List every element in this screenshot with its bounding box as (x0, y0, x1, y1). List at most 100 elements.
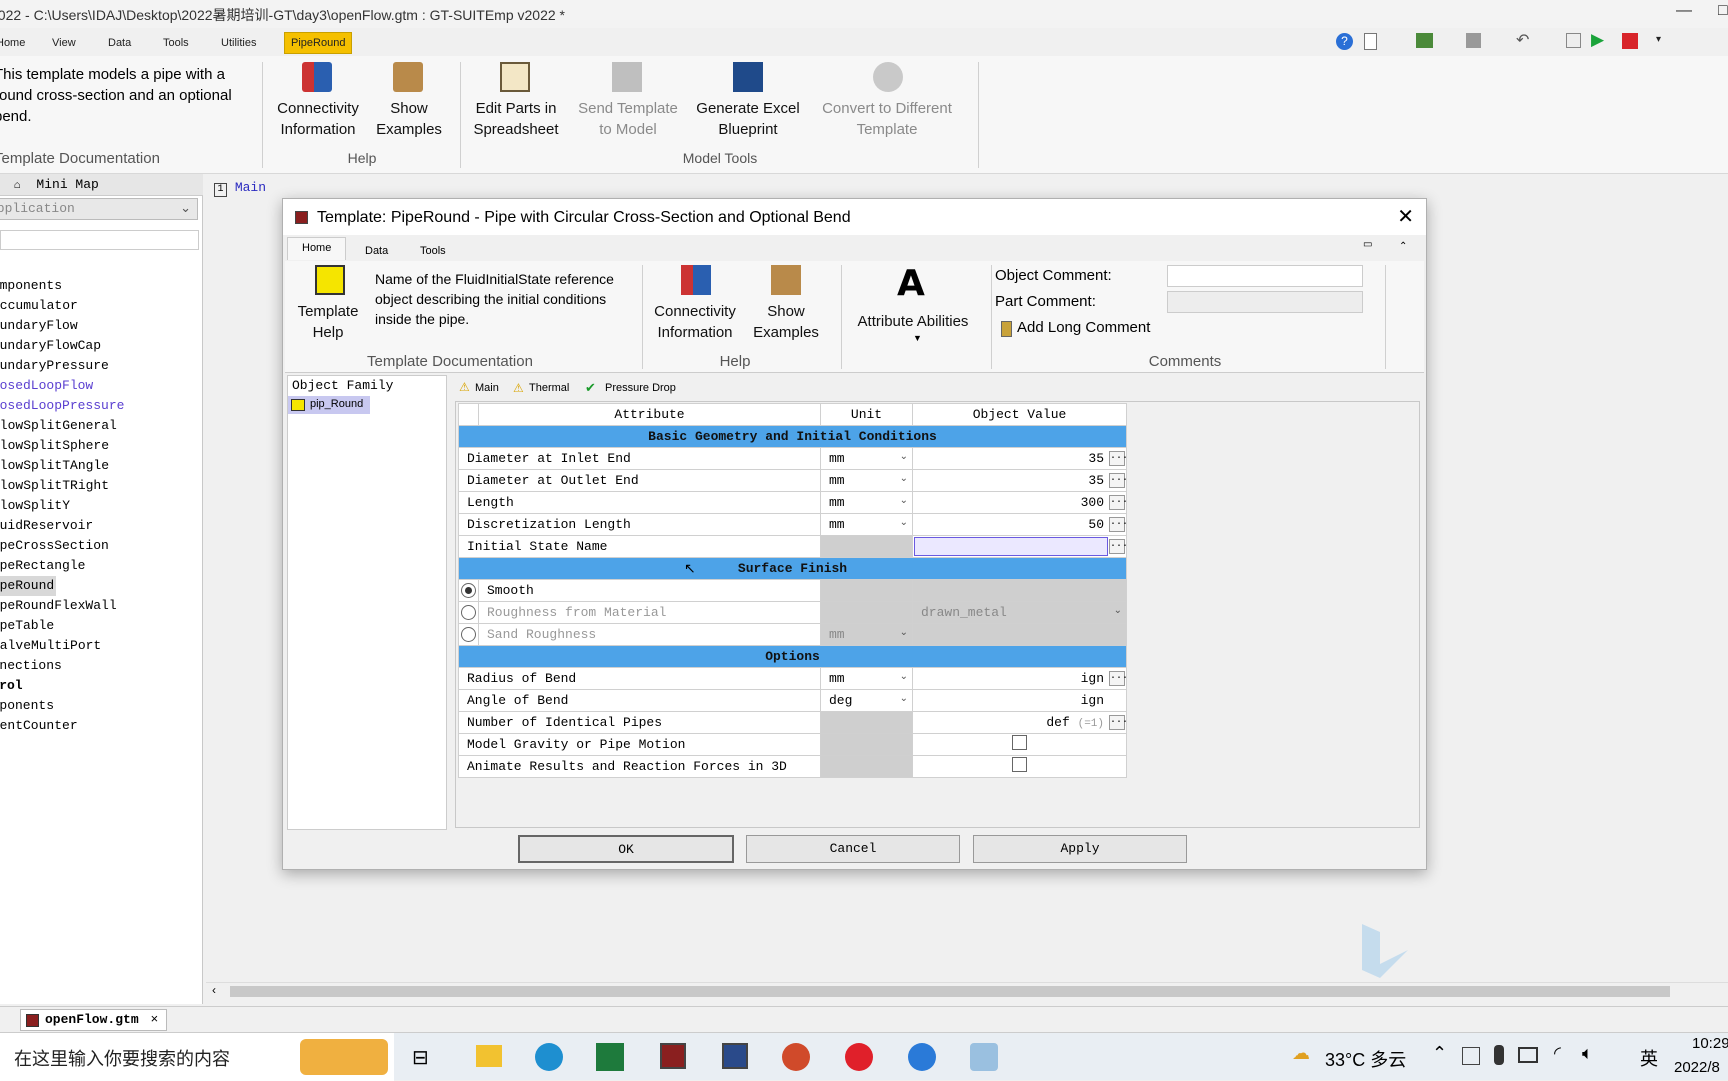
canvas-tab-main[interactable]: 1 Main (214, 180, 266, 197)
sand-radio-cell[interactable] (458, 623, 479, 646)
tree-item[interactable]: Accumulator (0, 296, 124, 316)
taskbar-search-input[interactable]: 在这里输入你要搜索的内容 (0, 1033, 394, 1081)
tree-item[interactable]: ClosedLoopFlow (0, 376, 124, 396)
tray-app-icon[interactable] (1462, 1047, 1480, 1065)
browse-button[interactable]: ... (1109, 517, 1128, 532)
gravity-checkbox-cell[interactable] (912, 733, 1127, 756)
folder-tab-main[interactable]: Main (475, 382, 499, 394)
edge-icon[interactable] (535, 1043, 563, 1071)
horizontal-scrollbar[interactable]: ‹ (206, 982, 1728, 1000)
netease-music-icon[interactable] (845, 1043, 873, 1071)
close-icon[interactable]: ✕ (1397, 204, 1414, 229)
stop-icon[interactable] (1622, 33, 1638, 49)
value-cell[interactable]: def (=1)... (912, 711, 1128, 734)
excel-icon[interactable] (596, 1043, 624, 1071)
smooth-radio-cell[interactable] (458, 579, 479, 602)
connectivity-button[interactable]: Connectivity Information (268, 98, 368, 140)
value-cell[interactable]: 300... (912, 491, 1128, 514)
animate-checkbox-cell[interactable] (912, 755, 1127, 778)
scroll-left-icon[interactable]: ‹ (212, 983, 216, 997)
weather-text[interactable]: 33°C 多云 (1325, 1046, 1406, 1072)
tree-item[interactable]: Connections (0, 656, 124, 676)
task-view-icon[interactable]: ⊟ (412, 1045, 429, 1070)
tree-item[interactable]: ClosedLoopPressure (0, 396, 124, 416)
template-help-button[interactable]: Template Help (291, 301, 365, 343)
folder-tab-pressure-drop[interactable]: Pressure Drop (605, 382, 676, 394)
attribute-abilities-button[interactable]: Attribute Abilities (845, 311, 981, 332)
menu-view[interactable]: View (52, 37, 76, 49)
dialog-connectivity-button[interactable]: Connectivity Information (647, 301, 743, 343)
value-cell[interactable]: 35... (912, 447, 1128, 470)
table-row[interactable]: Length mm ⌄ 300... (458, 491, 1128, 514)
tree-item[interactable]: PipeTable (0, 616, 124, 636)
clock-date[interactable]: 2022/8 (1674, 1059, 1720, 1076)
unit-select[interactable]: mm ⌄ (820, 667, 913, 690)
microphone-icon[interactable] (1494, 1045, 1504, 1065)
table-row[interactable]: Sand Roughness mm ⌄ (458, 623, 1127, 646)
unit-select[interactable]: deg ⌄ (820, 689, 913, 712)
tree-item[interactable]: PipeCrossSection (0, 536, 124, 556)
tree-item[interactable]: ValveMultiPort (0, 636, 124, 656)
roughness-material-select[interactable]: drawn_metal ⌄ (912, 601, 1127, 624)
tree-item-selected[interactable]: PipeRound (0, 576, 57, 596)
gt-post-icon[interactable] (722, 1043, 748, 1069)
unit-select[interactable]: mm ⌄ (820, 491, 913, 514)
table-row[interactable]: Smooth (458, 579, 1127, 602)
menu-home[interactable]: Home (0, 37, 25, 49)
table-row[interactable]: Number of Identical Pipes def (=1)... (458, 711, 1128, 734)
browse-button[interactable]: ... (1109, 451, 1128, 466)
generate-excel-button[interactable]: Generate Excel Blueprint (690, 98, 806, 140)
show-examples-button[interactable]: Show Examples (370, 98, 448, 140)
network-icon[interactable]: ◜ (1554, 1043, 1561, 1064)
tree-item[interactable]: BoundaryFlow (0, 316, 124, 336)
grid-icon[interactable] (1566, 33, 1581, 48)
unit-select[interactable]: mm ⌄ (820, 513, 913, 536)
value-cell[interactable]: 50... (912, 513, 1128, 536)
folder-tab-thermal[interactable]: Thermal (529, 382, 569, 394)
tree-item[interactable]: Components (0, 276, 124, 296)
powerpoint-icon[interactable] (782, 1043, 810, 1071)
display-icon[interactable] (1518, 1047, 1538, 1063)
edit-parts-button[interactable]: Edit Parts in Spreadsheet (466, 98, 566, 140)
tree-item[interactable]: FlowSplitTRight (0, 476, 124, 496)
table-row[interactable]: Discretization Length mm ⌄ 50... (458, 513, 1128, 536)
browse-button[interactable]: ... (1109, 495, 1128, 510)
collapse-icon[interactable]: ⌃ (1399, 241, 1407, 252)
filter-input[interactable] (0, 230, 199, 250)
browse-button[interactable]: ... (1109, 539, 1128, 554)
value-cell[interactable]: ign... (912, 667, 1128, 690)
tree-item[interactable]: PipeRoundFlexWall (0, 596, 124, 616)
gravity-checkbox[interactable] (1012, 735, 1027, 750)
run-icon[interactable]: ▶ (1591, 30, 1604, 50)
save-icon[interactable] (1466, 33, 1481, 48)
radio-roughness-material[interactable] (461, 605, 476, 621)
application-dropdown[interactable]: Application ⌄ (0, 198, 198, 220)
ok-button[interactable]: OK (518, 835, 734, 863)
open-file-icon[interactable] (1416, 33, 1433, 48)
table-row[interactable]: Radius of Bend mm ⌄ ign... (458, 667, 1128, 690)
initial-state-input[interactable]: ... (912, 535, 1128, 558)
add-long-comment-button[interactable]: Add Long Comment (1017, 319, 1150, 336)
table-row[interactable]: Angle of Bend deg ⌄ ign (458, 689, 1127, 712)
pin-icon[interactable]: ⌂ (14, 180, 21, 192)
tab-data[interactable]: Data (365, 245, 388, 257)
help-icon[interactable]: ? (1336, 33, 1353, 50)
tab-tools[interactable]: Tools (420, 245, 446, 257)
send-template-button[interactable]: Send Template to Model (570, 98, 686, 140)
browse-button[interactable]: ... (1109, 715, 1128, 730)
tree-item[interactable]: FlowSplitTAngle (0, 456, 124, 476)
unit-select-disabled[interactable]: mm ⌄ (820, 623, 913, 646)
table-row[interactable]: Diameter at Inlet End mm ⌄ 35... (458, 447, 1128, 470)
radio-smooth[interactable] (461, 583, 476, 599)
tab-home[interactable]: Home (287, 237, 347, 260)
tree-item[interactable]: FlowSplitGeneral (0, 416, 124, 436)
clock-time[interactable]: 10:29 (1692, 1035, 1728, 1052)
minimap-header[interactable]: ⌂ Mini Map (0, 174, 203, 196)
animate-checkbox[interactable] (1012, 757, 1027, 772)
object-comment-input[interactable] (1167, 265, 1363, 287)
convert-template-button[interactable]: Convert to Different Template (810, 98, 964, 140)
table-row[interactable]: Diameter at Outlet End mm ⌄ 35... (458, 469, 1128, 492)
scroll-thumb[interactable] (230, 986, 1670, 997)
value-cell[interactable]: ign (912, 689, 1127, 712)
browse-button[interactable]: ... (1109, 473, 1128, 488)
